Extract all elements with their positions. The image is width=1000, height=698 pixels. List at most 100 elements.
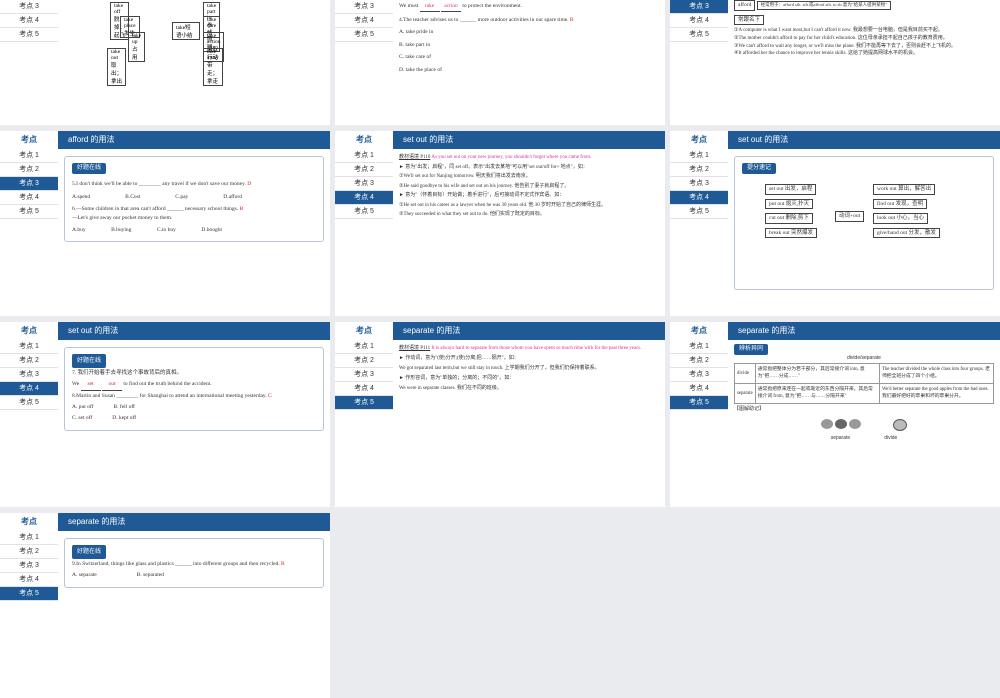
sidebar-item-5[interactable]: 考点 5: [0, 205, 58, 219]
option-b[interactable]: B. take part in: [399, 41, 659, 50]
q8-option-c[interactable]: C. set off: [72, 413, 92, 424]
paragraph-3: ► 作形容词，意为"单独的；分离的；不同的"。如：: [399, 376, 515, 381]
slide-set-out-usage[interactable]: 考点 考点 1 考点 2 考点 3 考点 4 考点 5 set out 的用法 …: [335, 131, 665, 316]
q7-answer-2[interactable]: out: [101, 379, 122, 391]
slide-title: afford 的用法: [58, 131, 330, 149]
break-out-box: break out 突然爆发: [765, 227, 817, 239]
q8-option-d[interactable]: D. kept off: [112, 413, 136, 424]
sidebar: 考点 考点 1 考点 2 考点 3 考点 4 考点 5: [0, 131, 58, 316]
sidebar-item-2[interactable]: 考点 2: [0, 354, 58, 368]
q9-option-a[interactable]: A. separate: [72, 570, 97, 581]
paragraph-4: We were in separate classes. 我们在不同的班级。: [399, 386, 502, 391]
sidebar-item-1[interactable]: 考点 1: [0, 531, 58, 545]
slide-afford-usage[interactable]: 考点 3 考点 4 考点 5 afford 经常用于：afford sth. s…: [670, 0, 1000, 125]
option-d[interactable]: D. take the place of: [399, 66, 659, 75]
slide-separate-exercise[interactable]: 考点 考点 1 考点 2 考点 3 考点 4 考点 5 separate 的用法…: [0, 513, 330, 698]
slide-afford-exercise[interactable]: 考点 考点 1 考点 2 考点 3 考点 4 考点 5 afford 的用法 好…: [0, 131, 330, 316]
slide-set-out-mnemonic[interactable]: 考点 考点 1 考点 2 考点 3 考点 4 考点 5 set out 的用法 …: [670, 131, 1000, 316]
sidebar-item-5[interactable]: 考点 5: [335, 205, 393, 219]
slide-separate-compare[interactable]: 考点 考点 1 考点 2 考点 3 考点 4 考点 5 separate 的用法…: [670, 322, 1000, 507]
q8-option-b[interactable]: B. fell off: [113, 402, 134, 413]
q8-option-a[interactable]: A. put off: [72, 402, 93, 413]
sidebar-item-4[interactable]: 考点 4: [0, 382, 58, 396]
sidebar-item-4[interactable]: 考点 4: [670, 382, 728, 396]
sidebar-item-3[interactable]: 考点 3: [670, 368, 728, 382]
option-c[interactable]: C. take care of: [399, 53, 659, 62]
q6-option-c[interactable]: C.to buy: [157, 226, 176, 235]
option-a[interactable]: A. take pride in: [399, 28, 659, 37]
sidebar-item-3[interactable]: 考点 3: [0, 368, 58, 382]
compare-content: 辨析异同 divide/separate divide 通常指把整体分为若干部分…: [734, 344, 995, 503]
sidebar-item-5[interactable]: 考点 5: [670, 396, 728, 410]
sidebar-item-4[interactable]: 考点 4: [335, 382, 393, 396]
set-out-box: set out 出发，启程: [765, 184, 817, 195]
sidebar-head: 考点: [21, 517, 37, 526]
sidebar-item-5[interactable]: 考点 5: [0, 396, 58, 410]
q3-answer-2[interactable]: action: [441, 2, 462, 12]
sidebar-item-2[interactable]: 考点 2: [0, 163, 58, 177]
q6-option-d[interactable]: D.bought: [201, 226, 222, 235]
afford-exercise-content: 好题在线 5.I don't think we'll be able to __…: [64, 153, 324, 312]
sidebar-item-5[interactable]: 考点 5: [335, 28, 393, 42]
sidebar-item-5[interactable]: 考点 5: [335, 396, 393, 410]
slide-take-phrases[interactable]: 考点 3 考点 4 考点 5 take off 脱掉；起飞 take place…: [0, 0, 330, 125]
sidebar-item-4[interactable]: 考点 4: [335, 191, 393, 205]
sidebar-item-5[interactable]: 考点 5: [670, 28, 728, 42]
sidebar-item-2[interactable]: 考点 2: [670, 354, 728, 368]
sidebar-item-3[interactable]: 考点 3: [0, 0, 58, 14]
sidebar: 考点 考点 1 考点 2 考点 3 考点 4 考点 5: [670, 322, 728, 507]
sidebar-item-3[interactable]: 考点 3: [0, 559, 58, 573]
apples-illustration: [820, 419, 862, 435]
sidebar-item-3[interactable]: 考点 3: [335, 177, 393, 191]
q6-option-b[interactable]: B.buying: [111, 226, 131, 235]
sidebar-item-2[interactable]: 考点 2: [335, 163, 393, 177]
sidebar-item-2[interactable]: 考点 2: [670, 163, 728, 177]
q5-option-a[interactable]: A.spend: [72, 193, 90, 202]
sidebar-head: 考点: [21, 326, 37, 335]
compare-table: divide 通常指把整体分为若干部分，其后常接介词 into, 意为"把……分…: [734, 363, 995, 404]
sidebar-item-3[interactable]: 考点 3: [670, 0, 728, 14]
slide-set-out-exercise[interactable]: 考点 考点 1 考点 2 考点 3 考点 4 考点 5 set out 的用法 …: [0, 322, 330, 507]
sidebar-item-1[interactable]: 考点 1: [335, 340, 393, 354]
cut-out-box: cut out 删除,剪下: [765, 213, 813, 224]
q5-option-c[interactable]: C.pay: [175, 193, 188, 202]
sidebar-item-4[interactable]: 考点 4: [0, 191, 58, 205]
sidebar-item-3[interactable]: 考点 3: [670, 177, 728, 191]
sidebar-item-3[interactable]: 考点 3: [335, 0, 393, 14]
sidebar-item-1[interactable]: 考点 1: [335, 149, 393, 163]
q7-answer-1[interactable]: set: [80, 379, 101, 391]
sidebar-item-4[interactable]: 考点 4: [0, 14, 58, 28]
section-badge: 好题在线: [72, 354, 107, 368]
q9-option-b[interactable]: B. separated: [137, 570, 164, 581]
sidebar-item-1[interactable]: 考点 1: [0, 149, 58, 163]
sidebar-item-4[interactable]: 考点 4: [0, 573, 58, 587]
sidebar-item-4[interactable]: 考点 4: [335, 14, 393, 28]
sidebar-item-1[interactable]: 考点 1: [0, 340, 58, 354]
sidebar: 考点 考点 1 考点 2 考点 3 考点 4 考点 5: [670, 131, 728, 316]
meaning-cell: 通常指把整体分为若干部分，其后常接介词 into, 意为"把……分成……": [754, 363, 880, 384]
q3-answer-1[interactable]: take: [419, 2, 440, 12]
section-badge: 辨析异同: [734, 344, 769, 356]
exercise-content: We must take action to protect the envir…: [399, 2, 659, 121]
sidebar-item-1[interactable]: 考点 1: [670, 340, 728, 354]
sidebar: 考点 3 考点 4 考点 5: [335, 0, 393, 125]
sidebar-item-5[interactable]: 考点 5: [0, 587, 58, 601]
slide-take-exercise[interactable]: 考点 3 考点 4 考点 5 We must take action to pr…: [335, 0, 665, 125]
sidebar-item-2[interactable]: 考点 2: [335, 354, 393, 368]
q4-answer: B: [569, 16, 574, 23]
sidebar-item-1[interactable]: 考点 1: [670, 149, 728, 163]
sidebar-item-3[interactable]: 考点 3: [0, 177, 58, 191]
q5-option-b[interactable]: B.Cost: [125, 193, 140, 202]
afford-example-1: ①A computer is what I want most,but I ca…: [734, 28, 943, 34]
sidebar-head: 考点: [21, 135, 37, 144]
q5-option-d[interactable]: D.afford: [223, 193, 242, 202]
q6-option-a[interactable]: A.buy: [72, 226, 86, 235]
meaning-cell: 通常指把原来连在一起或靠近的东西分隔开来，其后常接介词 from, 意为"把………: [754, 382, 880, 404]
sidebar-item-2[interactable]: 考点 2: [0, 545, 58, 559]
sidebar-item-5[interactable]: 考点 5: [0, 28, 58, 42]
sidebar-item-4[interactable]: 考点 4: [670, 14, 728, 28]
sidebar-item-4[interactable]: 考点 4: [670, 191, 728, 205]
slide-separate-usage[interactable]: 考点 考点 1 考点 2 考点 3 考点 4 考点 5 separate 的用法…: [335, 322, 665, 507]
sidebar-item-3[interactable]: 考点 3: [335, 368, 393, 382]
sidebar-item-5[interactable]: 考点 5: [670, 205, 728, 219]
